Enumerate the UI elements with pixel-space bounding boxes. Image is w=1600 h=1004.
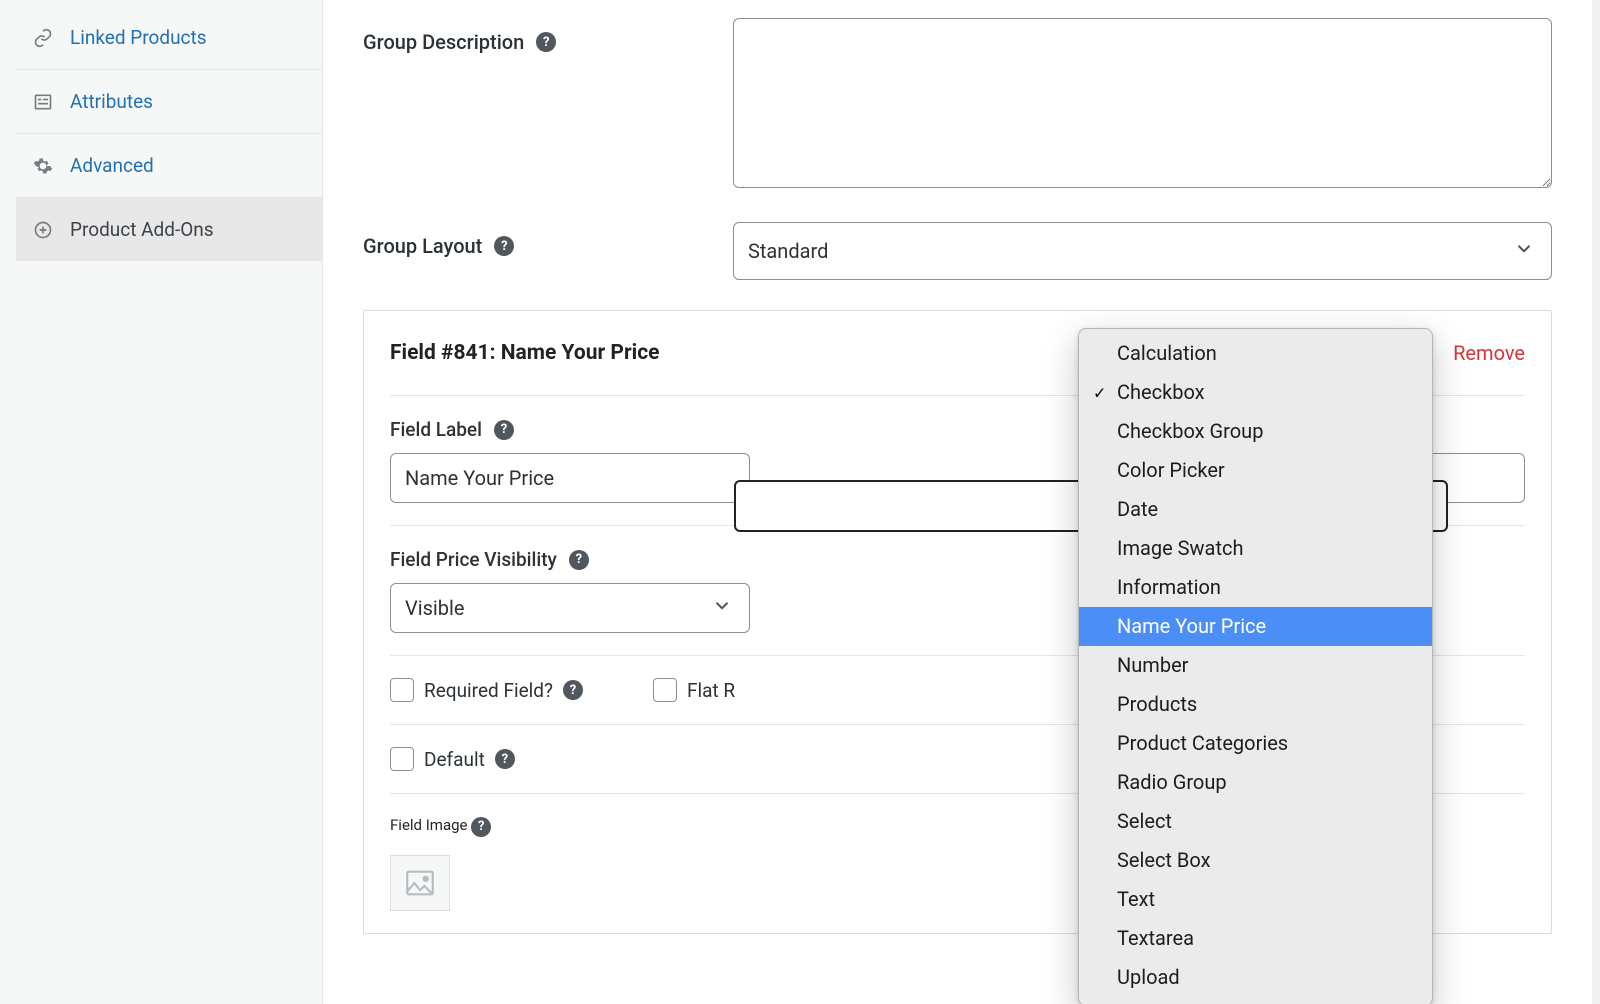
check-label: Required Field?	[424, 679, 553, 702]
help-icon[interactable]: ?	[494, 420, 514, 440]
help-icon[interactable]: ?	[471, 817, 491, 837]
label-text: Group Layout	[363, 234, 482, 258]
required-field-check[interactable]: Required Field? ?	[390, 678, 583, 702]
dropdown-option-label: Image Swatch	[1117, 534, 1243, 563]
dropdown-option-label: Upload	[1117, 963, 1180, 992]
label-text: Field Label	[390, 418, 482, 441]
checkbox[interactable]	[653, 678, 677, 702]
remove-button[interactable]: Remove	[1453, 341, 1525, 365]
dropdown-option[interactable]: Name Your Price	[1079, 607, 1432, 646]
form-icon	[32, 91, 54, 113]
gear-icon	[32, 155, 54, 177]
select-value: Standard	[748, 239, 828, 263]
main-panel: Group Description ? Group Layout ? Stand…	[323, 0, 1600, 1004]
help-icon[interactable]: ?	[536, 32, 556, 52]
row-group-description: Group Description ?	[363, 18, 1552, 192]
sidebar-item-advanced[interactable]: Advanced	[16, 134, 322, 198]
dropdown-option[interactable]: Checkbox Group	[1079, 412, 1432, 451]
dropdown-option[interactable]: Date	[1079, 490, 1432, 529]
dropdown-option[interactable]: Calculation	[1079, 334, 1432, 373]
dropdown-option[interactable]: Textarea	[1079, 919, 1432, 958]
label-text: Group Description	[363, 30, 524, 54]
group-layout-select[interactable]: Standard	[733, 222, 1552, 280]
dropdown-option[interactable]: Text	[1079, 880, 1432, 919]
dropdown-option[interactable]: Products	[1079, 685, 1432, 724]
dropdown-option[interactable]: Number	[1079, 646, 1432, 685]
sidebar-item-label: Attributes	[70, 90, 153, 113]
dropdown-option[interactable]: ✓ Checkbox	[1079, 373, 1432, 412]
help-icon[interactable]: ?	[495, 749, 515, 769]
sidebar-item-label: Product Add-Ons	[70, 218, 214, 241]
sidebar-item-product-add-ons[interactable]: Product Add-Ons	[16, 198, 322, 261]
group-description-textarea[interactable]	[733, 18, 1552, 188]
sidebar-item-label: Linked Products	[70, 26, 207, 49]
field-label-block: Field Label ?	[390, 418, 750, 503]
dropdown-option-label: Number	[1117, 651, 1188, 680]
link-icon	[32, 27, 54, 49]
dropdown-option-label: Calculation	[1117, 339, 1217, 368]
label-text: Field Price Visibility	[390, 548, 557, 571]
label-group-layout: Group Layout ?	[363, 222, 733, 258]
card-title: Field #841: Name Your Price	[390, 341, 659, 365]
dropdown-option[interactable]: Select	[1079, 802, 1432, 841]
field-label-input[interactable]	[390, 453, 750, 503]
checkbox[interactable]	[390, 747, 414, 771]
row-group-layout: Group Layout ? Standard	[363, 222, 1552, 280]
field-price-visibility-label: Field Price Visibility ?	[390, 548, 750, 571]
dropdown-option-label: Date	[1117, 495, 1158, 524]
field-type-dropdown[interactable]: Calculation ✓ Checkbox Checkbox Group Color …	[1078, 328, 1433, 1004]
sidebar-item-attributes[interactable]: Attributes	[16, 70, 322, 134]
sidebar-item-label: Advanced	[70, 154, 154, 177]
dropdown-option-label: Products	[1117, 690, 1197, 719]
dropdown-option-label: Select	[1117, 807, 1172, 836]
dropdown-option[interactable]: Upload	[1079, 958, 1432, 997]
dropdown-option[interactable]: Image Swatch	[1079, 529, 1432, 568]
dropdown-option-label: Product Categories	[1117, 729, 1288, 758]
label-group-description: Group Description ?	[363, 18, 733, 54]
dropdown-option[interactable]: Product Categories	[1079, 724, 1432, 763]
dropdown-option[interactable]: Radio Group	[1079, 763, 1432, 802]
dropdown-option-label: Information	[1117, 573, 1221, 602]
label-text: Field Image	[390, 816, 468, 834]
chevron-down-icon	[711, 595, 733, 622]
help-icon[interactable]: ?	[494, 236, 514, 256]
help-icon[interactable]: ?	[563, 680, 583, 700]
dropdown-option-label: Radio Group	[1117, 768, 1227, 797]
field-label-label: Field Label ?	[390, 418, 750, 441]
dropdown-option[interactable]: Select Box	[1079, 841, 1432, 880]
dropdown-option-label: Select Box	[1117, 846, 1211, 875]
sidebar: Linked Products Attributes Advanced Prod…	[0, 0, 323, 1004]
field-price-visibility-select[interactable]: Visible	[390, 583, 750, 633]
dropdown-option[interactable]: Information	[1079, 568, 1432, 607]
checkmark-icon: ✓	[1093, 381, 1106, 404]
select-value: Visible	[405, 596, 464, 620]
dropdown-option-label: Textarea	[1117, 924, 1194, 953]
dropdown-option-label: Color Picker	[1117, 456, 1225, 485]
checkbox[interactable]	[390, 678, 414, 702]
check-label: Default	[424, 748, 485, 771]
flat-rate-check[interactable]: Flat R	[653, 678, 735, 702]
sidebar-item-linked-products[interactable]: Linked Products	[16, 6, 322, 70]
image-placeholder[interactable]	[390, 855, 450, 911]
dropdown-option-label: Checkbox Group	[1117, 417, 1263, 446]
check-label: Flat R	[687, 679, 735, 702]
chevron-down-icon	[1513, 238, 1535, 265]
help-icon[interactable]: ?	[569, 550, 589, 570]
dropdown-option[interactable]: Color Picker	[1079, 451, 1432, 490]
dropdown-option-label: Text	[1117, 885, 1155, 914]
plus-circle-icon	[32, 219, 54, 241]
dropdown-option-label: Checkbox	[1117, 378, 1205, 407]
app-wrapper: Linked Products Attributes Advanced Prod…	[0, 0, 1600, 1004]
dropdown-option-label: Name Your Price	[1117, 612, 1266, 641]
